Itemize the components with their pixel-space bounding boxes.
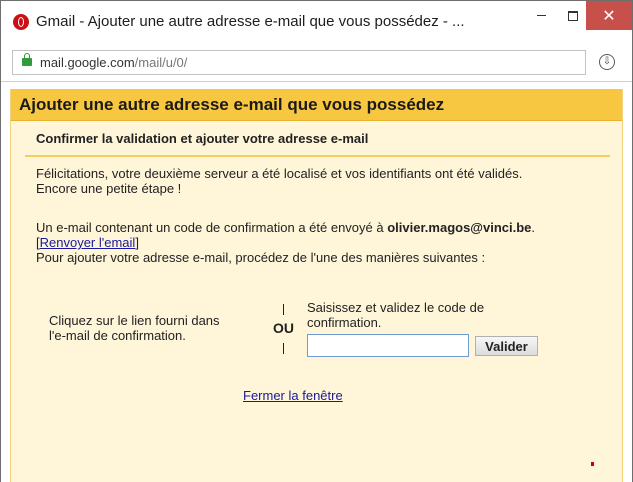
option1-line-2: l'e-mail de confirmation.: [49, 328, 186, 343]
minimize-icon: [536, 15, 546, 17]
or-label: OU: [273, 320, 294, 336]
instructions-text: Pour ajouter votre adresse e-mail, procé…: [36, 250, 486, 265]
sent-prefix: Un e-mail contenant un code de confirmat…: [36, 220, 388, 235]
separator-bar-bottom: [283, 343, 284, 354]
red-marker: [591, 462, 594, 466]
close-icon: ✕: [602, 6, 616, 25]
dialog-title: Ajouter une autre adresse e-mail que vou…: [19, 95, 445, 114]
maximize-button[interactable]: [559, 1, 587, 31]
congrats-line-1: Félicitations, votre deuxième serveur a …: [36, 166, 523, 181]
recipient-email: olivier.magos@vinci.be: [387, 220, 532, 235]
separator-bar-top: [283, 304, 284, 315]
sent-suffix: .: [531, 220, 536, 235]
resend-bracket-close: ]: [135, 235, 139, 250]
window-title: Gmail - Ajouter une autre adresse e-mail…: [36, 13, 465, 30]
maximize-icon: [568, 10, 578, 21]
dialog-header: Ajouter une autre adresse e-mail que vou…: [11, 89, 622, 121]
address-bar-area: mail.google.com/mail/u/0/ ⇩: [1, 42, 632, 81]
close-window-link[interactable]: Fermer la fenêtre: [243, 388, 343, 403]
section-divider: [25, 155, 610, 157]
option1-line-1: Cliquez sur le lien fourni dans: [49, 313, 220, 328]
close-window-button[interactable]: ✕: [586, 1, 632, 30]
url-text: mail.google.com/mail/u/0/: [40, 55, 187, 70]
resend-email-link[interactable]: Renvoyer l'email: [40, 235, 136, 250]
congrats-line-2: Encore une petite étape !: [36, 181, 182, 196]
validate-button[interactable]: Valider: [475, 336, 538, 356]
lock-icon: [22, 53, 32, 66]
minimize-button[interactable]: [527, 1, 555, 31]
dialog-panel: Ajouter une autre adresse e-mail que vou…: [10, 89, 623, 482]
address-bar[interactable]: mail.google.com/mail/u/0/: [12, 50, 586, 75]
option2-line-2: confirmation.: [307, 315, 382, 330]
confirmation-sent-text: Un e-mail contenant un code de confirmat…: [36, 220, 535, 235]
resend-line: [Renvoyer l'email]: [36, 235, 139, 250]
confirmation-code-input[interactable]: [307, 334, 469, 357]
url-host: mail.google.com: [40, 55, 135, 70]
title-bar: Gmail - Ajouter une autre adresse e-mail…: [1, 1, 632, 42]
url-path: /mail/u/0/: [134, 55, 188, 70]
section-title: Confirmer la validation et ajouter votre…: [36, 131, 369, 146]
option2-line-1: Saisissez et validez le code de: [307, 300, 485, 315]
opera-logo-icon: [13, 14, 29, 30]
download-icon[interactable]: ⇩: [599, 54, 615, 70]
